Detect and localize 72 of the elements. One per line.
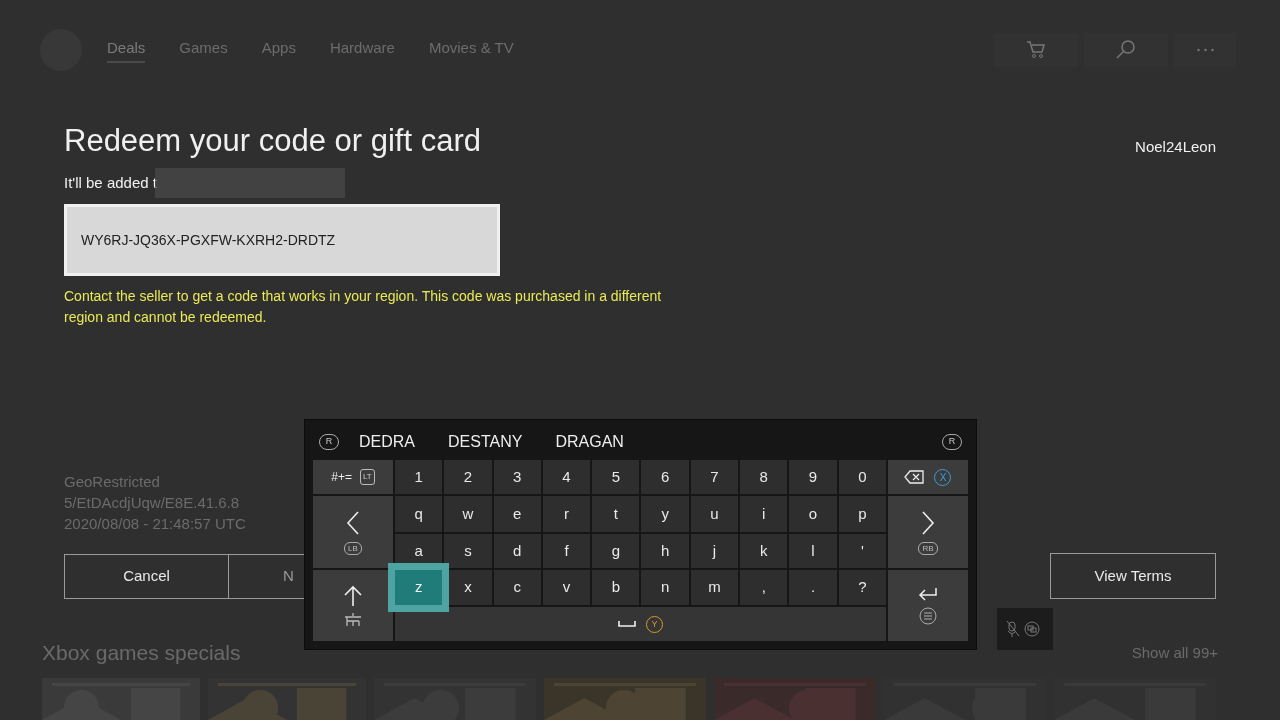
keyboard-key[interactable]: o [789,496,837,532]
backspace-key[interactable]: X [888,460,968,494]
keyboard-key[interactable]: ? [838,570,886,605]
chevron-left-icon [345,509,361,536]
more-icon [1196,48,1214,52]
keyboard-key[interactable]: l [789,534,837,568]
keyboard-key[interactable]: n [641,570,689,605]
keyboard-key[interactable]: c [493,570,541,605]
keyboard-key[interactable]: v [542,570,591,605]
space-bar-icon [618,620,636,628]
menu-button-icon [919,606,937,625]
keyboard-key[interactable]: 1 [395,460,443,494]
mic-off-icon [997,608,1053,650]
left-key[interactable]: LB [313,496,393,568]
shift-lock-icon [343,612,363,627]
keyboard-key[interactable]: , [740,570,788,605]
section-title: Xbox games specials [42,640,241,666]
keyboard-key[interactable]: ' [838,534,886,568]
keyboard-key[interactable]: 6 [641,460,689,494]
username: Noel24Leon [1135,137,1216,157]
keyboard-key[interactable]: f [542,534,591,568]
keyboard-key[interactable]: s [444,534,492,568]
error-message: Contact the seller to get a code that works in your region. This code was purchased in a different region and cannot be redeemed. [64,287,663,327]
keyboard-key[interactable]: t [592,496,640,532]
keyboard-key[interactable]: 7 [690,460,739,494]
symbols-key[interactable]: #+= LT [313,460,393,494]
space-key[interactable]: Y [395,607,886,641]
info-text: 2020/08/08 - 21:48:57 UTC [64,514,246,534]
code-field[interactable]: WY6RJ-JQ36X-PGXFW-KXRH2-DRDTZ [64,204,500,276]
shift-key[interactable] [313,570,393,641]
controller-hint-icon: LT [359,469,375,485]
chevron-right-icon [920,509,936,536]
keyboard-key[interactable]: u [690,496,739,532]
keyboard-key[interactable]: 2 [444,460,492,494]
controller-hint-icon: LB [344,541,362,555]
enter-icon [918,586,938,601]
enter-key[interactable] [888,570,968,641]
suggestion-chip[interactable]: DESTANY [448,430,523,454]
keyboard-key[interactable]: b [592,570,640,605]
keyboard-key[interactable]: p [838,496,886,532]
keyboard-key[interactable]: 3 [493,460,541,494]
keyboard-key[interactable]: k [740,534,788,568]
backspace-icon [904,470,925,484]
controller-hint-icon: RB [918,541,938,555]
suggestion-chip[interactable]: DRAGAN [555,430,624,454]
keyboard-key[interactable]: g [592,534,640,568]
keyboard-key[interactable]: q [395,496,443,532]
keyboard-key[interactable]: e [493,496,541,532]
keyboard-key[interactable]: 9 [789,460,837,494]
keyboard-key[interactable]: y [641,496,689,532]
right-key[interactable]: RB [888,496,968,568]
page-title: Redeem your code or gift card [64,122,482,160]
subtitle: It'll be added t [64,172,157,193]
keyboard-key[interactable]: 0 [838,460,886,494]
keyboard-key[interactable]: . [789,570,837,605]
keyboard-key[interactable]: i [740,496,788,532]
keyboard-key[interactable]: 4 [542,460,591,494]
keyboard-key[interactable]: h [641,534,689,568]
view-terms-button[interactable]: View Terms [1050,553,1216,599]
keyboard-key[interactable]: j [690,534,739,568]
key-label: #+= [331,469,352,486]
info-text: GeoRestricted [64,472,161,492]
keyboard-key[interactable]: r [542,496,591,532]
arrow-up-icon [344,584,362,607]
suggestion-chip[interactable]: DEDRA [359,430,415,454]
keyboard-key[interactable]: 8 [740,460,788,494]
dialog-button[interactable]: Cancel [64,554,229,599]
keyboard-key[interactable]: w [444,496,492,532]
keyboard-key[interactable]: m [690,570,739,605]
keyboard-key[interactable]: 5 [592,460,640,494]
info-text: 5/EtDAcdjUqw/E8E.41.6.8 [64,493,241,513]
keyboard-key[interactable]: d [493,534,541,568]
